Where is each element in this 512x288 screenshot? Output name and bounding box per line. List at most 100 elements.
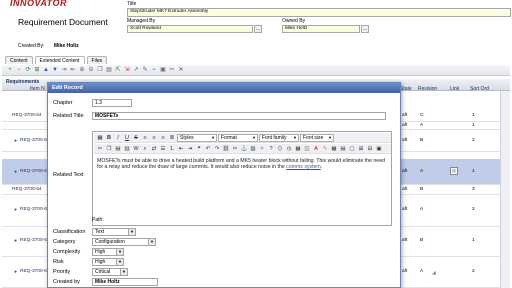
import-icon[interactable]: ⇲ <box>123 66 131 74</box>
resize-handle-icon[interactable]: ◢ <box>432 270 436 276</box>
grid-scrollbar[interactable] <box>500 91 510 288</box>
add-icon[interactable]: + <box>6 66 14 74</box>
risk-select[interactable]: High ▼ <box>92 258 124 266</box>
preview-icon[interactable]: ◫ <box>303 145 311 153</box>
delete-icon[interactable]: ▣ <box>159 66 167 74</box>
column-revision[interactable]: Revision <box>418 86 437 92</box>
link-globe-icon[interactable]: ◎ <box>450 167 458 175</box>
paste-icon[interactable]: ▤ <box>114 145 122 153</box>
format-select[interactable]: Format ▼ <box>218 133 258 142</box>
help-icon[interactable]: ? <box>267 145 275 153</box>
related-title-field[interactable]: MOSFETs <box>92 112 386 120</box>
link-icon[interactable]: ↗ <box>132 66 140 74</box>
close-icon[interactable]: ✕ <box>177 66 185 74</box>
edit-icon[interactable]: ✎ <box>141 66 149 74</box>
classification-select[interactable]: Text ▼ <box>92 228 136 236</box>
row-props-icon[interactable]: ▤ <box>339 145 347 153</box>
tab-files[interactable]: Files <box>86 56 108 64</box>
indent-icon[interactable]: ⇥ <box>60 66 68 74</box>
collapse-icon[interactable]: ⊖ <box>87 66 95 74</box>
expand-bullet-icon[interactable]: ● <box>14 269 17 275</box>
expand-icon[interactable]: ⊕ <box>78 66 86 74</box>
paste-icon[interactable]: ▤ <box>105 66 113 74</box>
underline-button[interactable]: U <box>123 134 131 142</box>
time-icon[interactable]: ◷ <box>285 145 293 153</box>
export-icon[interactable]: ⇱ <box>114 66 122 74</box>
html-source-icon[interactable]: ▦ <box>96 134 104 142</box>
code-icon[interactable]: ⟨⟩ <box>276 145 284 153</box>
highlight-color-icon[interactable]: ✎ <box>321 145 329 153</box>
italic-button[interactable]: I <box>114 134 122 142</box>
priority-select[interactable]: Critical ▼ <box>92 268 128 276</box>
copy-icon[interactable]: ❐ <box>96 66 104 74</box>
strikethrough-button[interactable]: S <box>132 134 140 142</box>
created-by-field[interactable]: Mike Holtz <box>92 278 158 286</box>
blockquote-icon[interactable]: ❝ <box>195 145 203 153</box>
attach-icon[interactable]: ⌁ <box>150 66 158 74</box>
bullet-list-icon[interactable]: ☰ <box>159 145 167 153</box>
justify-icon[interactable]: ≣ <box>168 134 176 142</box>
managed-by-lookup-icon[interactable]: … <box>254 25 262 33</box>
link-icon[interactable]: ⛓ <box>222 145 230 153</box>
text-color-icon[interactable]: A <box>312 145 320 153</box>
column-link[interactable]: Link <box>450 86 459 92</box>
title-field[interactable]: StepStruder MK7 Extruder Assembly <box>127 8 511 17</box>
cut-icon[interactable]: ✂ <box>168 66 176 74</box>
bold-button[interactable]: B <box>105 134 113 142</box>
editor-content[interactable]: MOSFETs must be able to drive a heated b… <box>97 158 389 170</box>
add-child-icon[interactable]: ⊞ <box>33 66 41 74</box>
owned-by-lookup-icon[interactable]: … <box>361 25 369 33</box>
font-family-select[interactable]: Font family ▼ <box>259 133 299 142</box>
expand-bullet-icon[interactable]: ● <box>14 169 17 175</box>
replace-icon[interactable]: ⇄ <box>150 145 158 153</box>
row-label: REQ-3700-64 <box>20 238 50 243</box>
column-item-number[interactable]: Item N <box>30 86 45 92</box>
complexity-select[interactable]: High ▼ <box>92 248 124 256</box>
insert-row-icon[interactable]: ⊞ <box>357 145 365 153</box>
undo-icon[interactable]: ↶ <box>204 145 212 153</box>
rich-text-editor[interactable]: ▦ B I U S ≡ ≡ ≡ ≣ Styles ▼ Format ▼ Font f… <box>92 131 436 276</box>
outdent-icon[interactable]: ⇤ <box>69 66 77 74</box>
expand-bullet-icon[interactable]: ● <box>14 138 17 144</box>
classification-label: Classification <box>53 229 86 235</box>
copy-icon[interactable]: ❐ <box>105 145 113 153</box>
paste-text-icon[interactable]: ▥ <box>123 145 131 153</box>
remove-icon[interactable]: − <box>15 66 23 74</box>
paste-word-icon[interactable]: W <box>132 145 140 153</box>
find-icon[interactable]: ⌕ <box>141 145 149 153</box>
tab-content[interactable]: Content <box>5 56 33 64</box>
owned-by-field[interactable]: Mike Holtz <box>282 25 360 33</box>
comms-system-link[interactable]: comms system <box>286 164 321 170</box>
expand-bullet-icon[interactable]: ● <box>14 238 17 244</box>
table-icon[interactable]: ▦ <box>330 145 338 153</box>
dialog-title[interactable]: Edit Record <box>48 83 400 93</box>
expand-bullet-icon[interactable]: ● <box>14 207 17 213</box>
font-size-select[interactable]: Font size ▼ <box>300 133 334 142</box>
indent-icon[interactable]: ⇥ <box>186 145 194 153</box>
chapter-field[interactable]: 1.3 <box>92 99 132 107</box>
column-state[interactable]: State <box>400 86 412 92</box>
numbered-list-icon[interactable]: ⒈ <box>168 145 176 153</box>
delete-row-icon[interactable]: ⊟ <box>366 145 374 153</box>
anchor-icon[interactable]: ⚓ <box>240 145 248 153</box>
category-select[interactable]: Configuration ▼ <box>92 238 156 246</box>
cut-icon[interactable]: ✂ <box>96 145 104 153</box>
align-center-icon[interactable]: ≡ <box>150 134 158 142</box>
column-sort-order[interactable]: Sort Ord <box>470 86 489 92</box>
managed-by-field[interactable]: Scott Rowland <box>127 25 253 33</box>
align-left-icon[interactable]: ≡ <box>141 134 149 142</box>
styles-select[interactable]: Styles ▼ <box>177 133 217 142</box>
tab-extended-content[interactable]: Extended Content <box>34 56 85 64</box>
refresh-icon[interactable]: ⟳ <box>24 66 32 74</box>
date-icon[interactable]: ▦ <box>294 145 302 153</box>
unlink-icon[interactable]: ✂ <box>231 145 239 153</box>
move-down-icon[interactable]: ▼ <box>51 66 59 74</box>
move-up-icon[interactable]: ▲ <box>42 66 50 74</box>
align-right-icon[interactable]: ≡ <box>159 134 167 142</box>
image-icon[interactable]: ▨ <box>249 145 257 153</box>
cleanup-icon[interactable]: ✧ <box>258 145 266 153</box>
outdent-icon[interactable]: ⇤ <box>177 145 185 153</box>
redo-icon[interactable]: ↷ <box>213 145 221 153</box>
cell-props-icon[interactable]: ▢ <box>348 145 356 153</box>
merge-cells-icon[interactable]: ▣ <box>375 145 383 153</box>
